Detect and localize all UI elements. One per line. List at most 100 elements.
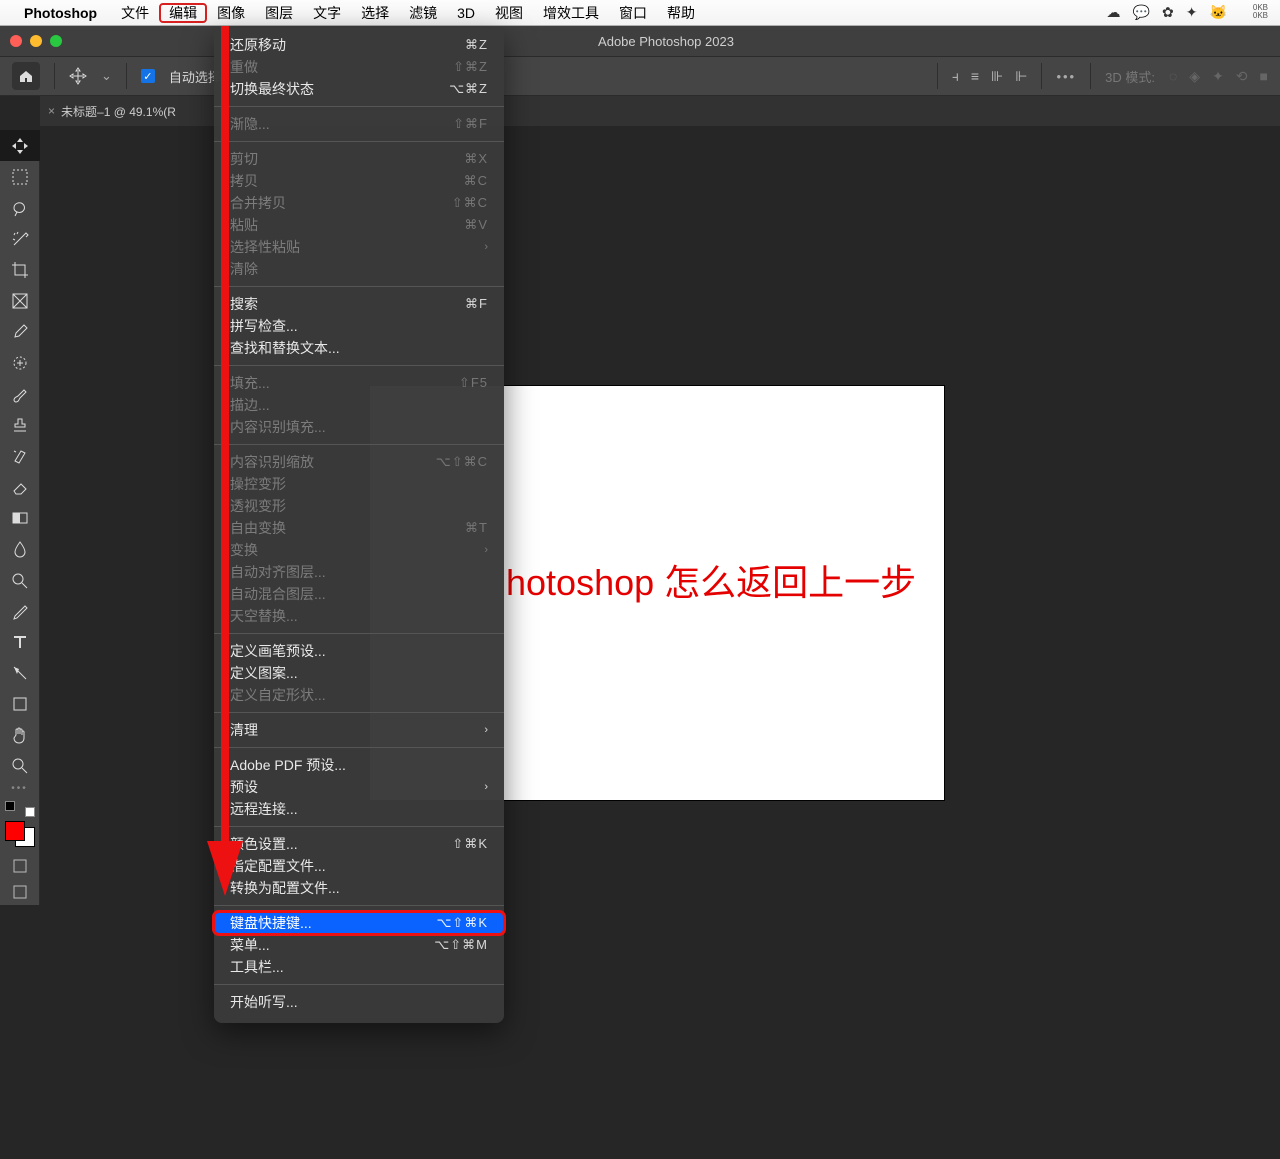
align-icons[interactable]: ⫞≡⊪⊩	[952, 68, 1028, 85]
menu-item-切换最终状态[interactable]: 切换最终状态⌥⌘Z	[214, 78, 504, 100]
tool-eyedropper[interactable]	[0, 316, 40, 347]
app-name[interactable]: Photoshop	[24, 5, 97, 21]
tool-wand[interactable]	[0, 223, 40, 254]
menu-separator	[214, 286, 504, 287]
tool-crop[interactable]	[0, 254, 40, 285]
menu-item-透视变形: 透视变形	[214, 495, 504, 517]
menu-item-拷贝: 拷贝⌘C	[214, 170, 504, 192]
tray-icon[interactable]: 🐱	[1209, 4, 1226, 20]
tool-eraser[interactable]	[0, 471, 40, 502]
menu-文件[interactable]: 文件	[111, 3, 159, 23]
menu-item-开始听写[interactable]: 开始听写...	[214, 991, 504, 1013]
tool-brush[interactable]	[0, 378, 40, 409]
tray-icon[interactable]: 💬	[1133, 4, 1150, 20]
tool-hand[interactable]	[0, 719, 40, 750]
network-stats: 0KB 0KB	[1253, 4, 1268, 21]
tool-history[interactable]	[0, 440, 40, 471]
menu-item-预设[interactable]: 预设›	[214, 776, 504, 798]
menu-separator	[214, 141, 504, 142]
options-bar: ⌄ ✓ 自动选择: ⫞≡⊪⊩ ••• 3D 模式: ◌◈✦⟲■	[0, 56, 1280, 96]
tray-icon[interactable]: ☁	[1107, 4, 1121, 20]
tool-heal[interactable]	[0, 347, 40, 378]
foreground-color[interactable]	[5, 821, 25, 841]
menu-item-定义图案[interactable]: 定义图案...	[214, 662, 504, 684]
menu-视图[interactable]: 视图	[485, 3, 533, 23]
menu-item-天空替换: 天空替换...	[214, 605, 504, 627]
traffic-lights	[10, 35, 62, 47]
menu-3D[interactable]: 3D	[447, 3, 485, 23]
menu-item-键盘快捷键[interactable]: 键盘快捷键...⌥⇧⌘K	[214, 912, 504, 934]
menu-item-剪切: 剪切⌘X	[214, 148, 504, 170]
menu-separator	[214, 905, 504, 906]
tool-path[interactable]	[0, 657, 40, 688]
tool-move[interactable]	[0, 130, 40, 161]
close-window-button[interactable]	[10, 35, 22, 47]
minimize-window-button[interactable]	[30, 35, 42, 47]
canvas-text: hotoshop 怎么返回上一步	[506, 554, 916, 606]
menu-item-内容识别缩放: 内容识别缩放⌥⇧⌘C	[214, 451, 504, 473]
menu-item-清除: 清除	[214, 258, 504, 280]
maximize-window-button[interactable]	[50, 35, 62, 47]
tool-type[interactable]	[0, 626, 40, 657]
tool-gradient[interactable]	[0, 502, 40, 533]
home-button[interactable]	[12, 62, 40, 90]
tab-close-icon[interactable]: ×	[48, 104, 55, 118]
menu-图层[interactable]: 图层	[255, 3, 303, 23]
menu-选择[interactable]: 选择	[351, 3, 399, 23]
menu-item-菜单[interactable]: 菜单...⌥⇧⌘M	[214, 934, 504, 956]
menu-item-定义画笔预设[interactable]: 定义画笔预设...	[214, 640, 504, 662]
more-icon[interactable]: •••	[1056, 69, 1076, 84]
tool-zoom[interactable]	[0, 750, 40, 781]
menu-图像[interactable]: 图像	[207, 3, 255, 23]
menu-separator	[214, 633, 504, 634]
menu-item-查找和替换文本[interactable]: 查找和替换文本...	[214, 337, 504, 359]
menu-item-描边: 描边...	[214, 394, 504, 416]
menu-item-清理[interactable]: 清理›	[214, 719, 504, 741]
tool-dodge[interactable]	[0, 564, 40, 595]
tools-more[interactable]: •••	[0, 781, 39, 795]
menu-separator	[214, 826, 504, 827]
color-swatches[interactable]	[0, 795, 39, 853]
menu-item-内容识别填充: 内容识别填充...	[214, 416, 504, 438]
tool-frame[interactable]	[0, 285, 40, 316]
edit-menu-dropdown: 还原移动⌘Z重做⇧⌘Z切换最终状态⌥⌘Z渐隐...⇧⌘F剪切⌘X拷贝⌘C合并拷贝…	[214, 28, 504, 1023]
menu-item-AdobePDF预设[interactable]: Adobe PDF 预设...	[214, 754, 504, 776]
menu-item-选择性粘贴: 选择性粘贴›	[214, 236, 504, 258]
menu-item-远程连接[interactable]: 远程连接...	[214, 798, 504, 820]
quickmask-button[interactable]	[0, 853, 39, 879]
auto-select-checkbox[interactable]: ✓	[141, 69, 155, 83]
menu-item-拼写检查[interactable]: 拼写检查...	[214, 315, 504, 337]
macos-menubar: Photoshop 文件编辑图像图层文字选择滤镜3D视图增效工具窗口帮助 ☁ 💬 ✿…	[0, 0, 1280, 26]
menu-item-指定配置文件[interactable]: 指定配置文件...	[214, 855, 504, 877]
menu-item-颜色设置[interactable]: 颜色设置...⇧⌘K	[214, 833, 504, 855]
menu-文字[interactable]: 文字	[303, 3, 351, 23]
menu-item-重做: 重做⇧⌘Z	[214, 56, 504, 78]
screenmode-button[interactable]	[0, 879, 39, 905]
menu-item-填充: 填充...⇧F5	[214, 372, 504, 394]
menu-窗口[interactable]: 窗口	[609, 3, 657, 23]
menu-滤镜[interactable]: 滤镜	[399, 3, 447, 23]
move-tool-icon[interactable]	[69, 67, 87, 85]
menu-separator	[214, 712, 504, 713]
document-tab-label[interactable]: 未标题–1 @ 49.1%(R	[61, 103, 176, 120]
menu-item-搜索[interactable]: 搜索⌘F	[214, 293, 504, 315]
menu-item-转换为配置文件[interactable]: 转换为配置文件...	[214, 877, 504, 899]
menu-item-自动对齐图层: 自动对齐图层...	[214, 561, 504, 583]
menu-item-工具栏[interactable]: 工具栏...	[214, 956, 504, 978]
tool-lasso[interactable]	[0, 192, 40, 223]
tool-shape[interactable]	[0, 688, 40, 719]
menu-separator	[214, 984, 504, 985]
tool-pen[interactable]	[0, 595, 40, 626]
menu-item-合并拷贝: 合并拷贝⇧⌘C	[214, 192, 504, 214]
menu-帮助[interactable]: 帮助	[657, 3, 705, 23]
menu-item-还原移动[interactable]: 还原移动⌘Z	[214, 34, 504, 56]
menu-增效工具[interactable]: 增效工具	[533, 3, 609, 23]
tool-blur[interactable]	[0, 533, 40, 564]
tool-stamp[interactable]	[0, 409, 40, 440]
tray-icon[interactable]: ✦	[1186, 4, 1198, 20]
menu-item-变换: 变换›	[214, 539, 504, 561]
menu-编辑[interactable]: 编辑	[159, 3, 207, 23]
tray-icon[interactable]: ✿	[1162, 4, 1174, 20]
tool-marquee[interactable]	[0, 161, 40, 192]
menu-item-自由变换: 自由变换⌘T	[214, 517, 504, 539]
